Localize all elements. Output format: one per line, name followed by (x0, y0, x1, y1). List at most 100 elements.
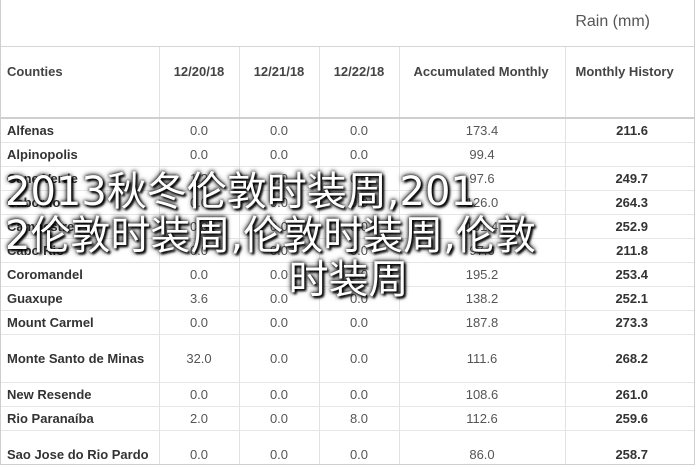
accumulated-cell: 108.6 (399, 382, 566, 407)
date-1-cell: 0.0 (159, 262, 240, 287)
date-1-cell: 0.0 (159, 310, 240, 335)
history-cell: 268.2 (565, 334, 694, 383)
county-cell: Sao Jose do Rio Pardo (1, 430, 160, 464)
date-2-cell: 0.0 (239, 214, 320, 239)
county-cell: Alpinopolis (1, 142, 160, 167)
accumulated-cell: 86.0 (399, 430, 566, 464)
column-header-date-2[interactable]: 12/21/18 (239, 47, 320, 119)
date-2-cell: 0.0 (239, 310, 320, 335)
history-cell: 252.9 (565, 214, 694, 239)
table-header-row: Counties 12/20/18 12/21/18 12/22/18 Accu… (1, 47, 694, 119)
history-cell: 259.6 (565, 406, 694, 431)
date-1-cell: 1.2 (159, 166, 240, 191)
table-row: Mount Carmel 0.0 0.0 0.0 187.8 273.3 (1, 310, 694, 335)
table-row: Monte Santo de Minas 32.0 0.0 0.0 111.6 268.2 (1, 334, 694, 383)
county-cell: Cane Verde (1, 166, 160, 191)
county-cell: Cabo Rio (1, 238, 160, 263)
accumulated-cell: 101.4 (399, 214, 566, 239)
date-2-cell: 0.0 (239, 190, 320, 215)
history-cell: 253.4 (565, 262, 694, 287)
date-2-cell: 0.0 (239, 118, 320, 143)
history-cell: 264.3 (565, 190, 694, 215)
history-cell: 211.6 (565, 118, 694, 143)
accumulated-cell: 111.6 (399, 334, 566, 383)
accumulated-cell: 97.6 (399, 166, 566, 191)
county-cell: Alfenas (1, 118, 160, 143)
table-row: Sao Jose do Rio Pardo 0.0 0.0 0.0 86.0 258.7 (1, 430, 694, 464)
date-3-cell: 8.0 (319, 406, 400, 431)
date-3-cell: 0.0 (319, 166, 400, 191)
date-1-cell: 0.0 (159, 142, 240, 167)
date-3-cell: 0.0 (319, 430, 400, 464)
accumulated-cell: 99.4 (399, 142, 566, 167)
date-1-cell: 0.0 (159, 238, 240, 263)
accumulated-cell: 138.2 (399, 286, 566, 311)
table-row: Cane Verde 1.2 0.0 0.0 97.6 249.7 (1, 166, 694, 191)
column-header-accumulated[interactable]: Accumulated Monthly (399, 47, 566, 119)
county-cell: Mount Carmel (1, 310, 160, 335)
county-cell: Monte Santo de Minas (1, 334, 160, 383)
table-row: Cabo Rio 0.0 0.0 0.0 97.6 211.8 (1, 238, 694, 263)
county-cell: New Resende (1, 382, 160, 407)
accumulated-cell: 195.2 (399, 262, 566, 287)
rain-table: Counties 12/20/18 12/21/18 12/22/18 Accu… (1, 47, 694, 464)
column-header-history[interactable]: Monthly History (565, 47, 694, 119)
table-row: Cabordo 0.0 0.0 0.0 126.0 264.3 (1, 190, 694, 215)
county-cell: Guaxupe (1, 286, 160, 311)
date-2-cell: 0.0 (239, 334, 320, 383)
accumulated-cell: 173.4 (399, 118, 566, 143)
table-row: Coromandel 0.0 0.0 0.0 195.2 253.4 (1, 262, 694, 287)
date-3-cell: 0.0 (319, 382, 400, 407)
date-3-cell: 0.0 (319, 190, 400, 215)
date-3-cell: 0.0 (319, 334, 400, 383)
table-title: Rain (mm) (575, 13, 650, 30)
date-2-cell: 0.0 (239, 142, 320, 167)
date-3-cell: 0.0 (319, 262, 400, 287)
table-header-bar: Rain (mm) (1, 0, 694, 47)
county-cell: Coromandel (1, 262, 160, 287)
date-1-cell: 0.0 (159, 214, 240, 239)
date-2-cell: 0.0 (239, 166, 320, 191)
date-3-cell: 0.0 (319, 214, 400, 239)
table-row: Campestre 0.0 0.0 0.0 101.4 252.9 (1, 214, 694, 239)
history-cell: 249.7 (565, 166, 694, 191)
county-cell: Campestre (1, 214, 160, 239)
accumulated-cell: 126.0 (399, 190, 566, 215)
history-cell: 273.3 (565, 310, 694, 335)
county-cell: Cabordo (1, 190, 160, 215)
table-row: New Resende 0.0 0.0 0.0 108.6 261.0 (1, 382, 694, 407)
column-header-date-3[interactable]: 12/22/18 (319, 47, 400, 119)
history-cell: 211.8 (565, 238, 694, 263)
table-row: Alpinopolis 0.0 0.0 0.0 99.4 (1, 142, 694, 167)
date-1-cell: 2.0 (159, 406, 240, 431)
column-header-counties[interactable]: Counties (1, 47, 160, 119)
history-cell (565, 142, 694, 167)
history-cell: 252.1 (565, 286, 694, 311)
column-header-date-1[interactable]: 12/20/18 (159, 47, 240, 119)
history-cell: 261.0 (565, 382, 694, 407)
date-1-cell: 0.0 (159, 430, 240, 464)
date-3-cell: 0.0 (319, 286, 400, 311)
table-row: Alfenas 0.0 0.0 0.0 173.4 211.6 (1, 118, 694, 143)
accumulated-cell: 97.6 (399, 238, 566, 263)
date-3-cell: 0.0 (319, 118, 400, 143)
date-1-cell: 32.0 (159, 334, 240, 383)
date-2-cell: 0.0 (239, 430, 320, 464)
date-2-cell: 0.0 (239, 286, 320, 311)
date-3-cell: 0.0 (319, 310, 400, 335)
table-row: Rio Paranaíba 2.0 0.0 8.0 112.6 259.6 (1, 406, 694, 431)
date-2-cell: 0.0 (239, 238, 320, 263)
county-cell: Rio Paranaíba (1, 406, 160, 431)
date-1-cell: 0.0 (159, 118, 240, 143)
date-2-cell: 0.0 (239, 382, 320, 407)
date-1-cell: 0.0 (159, 190, 240, 215)
accumulated-cell: 112.6 (399, 406, 566, 431)
history-cell: 258.7 (565, 430, 694, 464)
date-3-cell: 0.0 (319, 238, 400, 263)
date-1-cell: 3.6 (159, 286, 240, 311)
accumulated-cell: 187.8 (399, 310, 566, 335)
date-1-cell: 0.0 (159, 382, 240, 407)
date-2-cell: 0.0 (239, 262, 320, 287)
table-row: Guaxupe 3.6 0.0 0.0 138.2 252.1 (1, 286, 694, 311)
date-2-cell: 0.0 (239, 406, 320, 431)
